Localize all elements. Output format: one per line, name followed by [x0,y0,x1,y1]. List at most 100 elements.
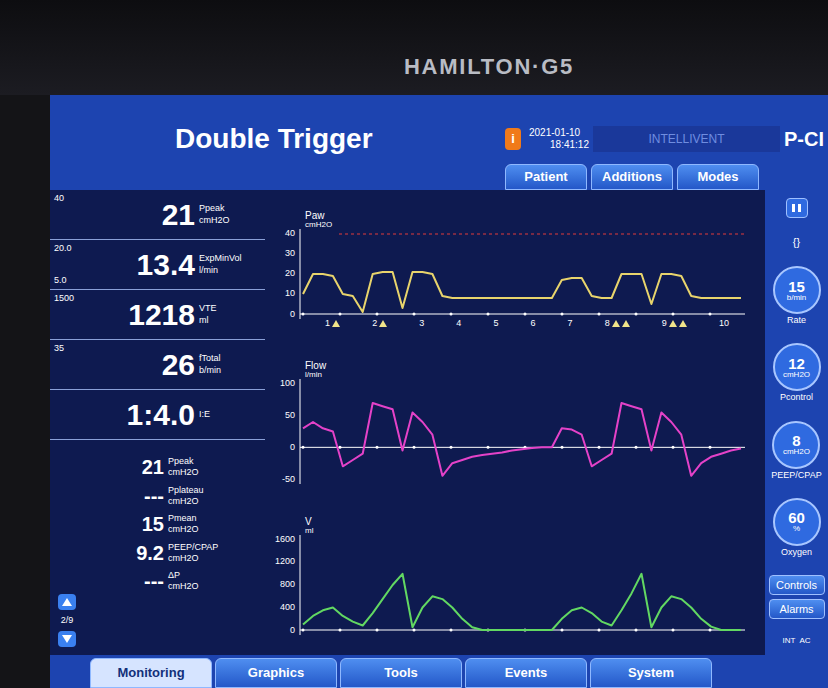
control-knob[interactable]: 12cmH2OPcontrol [773,343,821,405]
limit-low: 5.0 [54,276,88,285]
secondary-parameter: ---ΔPcmH2O [84,570,265,593]
breath-marker: 6 [531,319,536,328]
trigger-icon [679,320,687,327]
knob-name: Pcontrol [780,391,813,405]
parameter-value: 26 [88,350,195,380]
freeze-button[interactable] [786,198,808,218]
parameter-label: PpeakcmH2O [199,203,261,226]
secondary-name: Pmean [168,513,199,524]
side-button[interactable]: Controls [769,575,825,595]
screen: Double Triggeri2021-01-1018:41:12INTELLI… [50,95,828,688]
parameter-limits: 40 [54,190,88,239]
breath-number: 10 [719,319,729,328]
chart-body: 100500-50 [269,379,765,484]
parameter-label: ExpMinVoll/min [199,253,261,276]
parameter-value: 1:4.0 [88,400,195,430]
breath-number: 7 [568,319,573,328]
power-source: AC [799,635,810,647]
knob-value: 60 [788,510,805,525]
knob-circle[interactable]: 8cmH2O [772,421,820,469]
main-parameter: 1:4.0 I:E [50,390,265,440]
breath-number: 6 [531,319,536,328]
control-knob[interactable]: 60%Oxygen [773,498,821,560]
chart-title: Paw [305,211,765,221]
main-parameter: 20.05.013.4ExpMinVoll/min [50,240,265,290]
bottom-tab[interactable]: Events [465,658,587,688]
power-source: INT [782,635,795,647]
breath-number: 1 [325,319,330,328]
parameter-unit: cmH2O [199,215,261,226]
parameter-label: I:E [199,409,261,420]
knob-unit: % [793,525,800,533]
parameter-unit: b/min [199,365,261,376]
limit-high: 40 [54,194,88,203]
secondary-value: --- [84,571,164,591]
top-tab[interactable]: Patient [505,164,587,190]
top-tab[interactable]: Modes [677,164,759,190]
secondary-value: 21 [84,457,164,477]
top-strip: Double Triggeri2021-01-1018:41:12INTELLI… [50,95,828,190]
knob-unit: b/min [787,294,807,302]
parameter-name: Ppeak [199,203,261,214]
waveform-line [303,573,741,629]
secondary-label: PEEP/CPAPcmH2O [168,542,218,565]
breath-marker: 10 [719,319,729,328]
chart-tick: 1200 [269,557,295,566]
breath-number: 4 [456,319,461,328]
knob-value: 12 [788,356,805,371]
chart-unit: l/min [305,371,765,379]
bottom-tab[interactable]: Graphics [215,658,337,688]
top-tab[interactable]: Additions [591,164,673,190]
waveform-panel: PawcmH2O40302010012345678910Flowl/min100… [265,190,765,655]
knob-circle[interactable]: 15b/min [773,266,821,314]
trigger-icon [612,320,620,327]
bottom-tab[interactable]: System [590,658,712,688]
parameter-name: fTotal [199,353,261,364]
secondary-parameter: ---PplateaucmH2O [84,485,265,508]
control-knob[interactable]: 15b/minRate [773,266,821,328]
knob-name: Rate [787,314,806,328]
chart-tick: 10 [269,289,295,298]
page-up-button[interactable] [58,594,76,610]
date-time: 2021-01-1018:41:12 [529,127,589,152]
breath-marker: 4 [456,319,461,328]
monitor-bezel: HAMILTON·G5 [0,0,828,95]
trigger-icon [669,320,677,327]
secondary-label: PplateaucmH2O [168,485,204,508]
bottom-tab[interactable]: Tools [340,658,462,688]
breath-number: 9 [662,319,667,328]
chart-tick: 800 [269,580,295,589]
breath-marker: 1 [325,319,340,328]
page-control: 2/9 [50,456,84,655]
main-parameter: 3526fTotalb/min [50,340,265,390]
knob-circle[interactable]: 12cmH2O [773,343,821,391]
ventilator-photo: HAMILTON·G5 Double Triggeri2021-01-1018:4… [0,0,828,688]
trigger-icon [332,320,340,327]
waveform-chart: Vml160012008004000 [269,517,765,635]
knob-unit: cmH2O [783,371,810,379]
freeze-icon [791,203,803,213]
chart-tick: 30 [269,249,295,258]
secondary-value: 9.2 [84,543,164,563]
side-button[interactable]: Alarms [769,599,825,619]
chart-tick: -50 [269,475,295,484]
knob-circle[interactable]: 60% [773,498,821,546]
mode-label: P-CI [784,124,828,154]
secondary-list: 21PpeakcmH2O---PplateaucmH2O15PmeancmH2O… [84,456,265,655]
chart-tick: 0 [269,626,295,635]
waveform-chart: Flowl/min100500-50 [269,361,765,484]
parameter-unit: ml [199,315,261,326]
knob-unit: cmH2O [783,448,810,456]
mode-glyph: {} [793,234,800,251]
chart-tick: 20 [269,269,295,278]
parameter-label: VTEml [199,303,261,326]
control-knob[interactable]: 8cmH2OPEEP/CPAP [771,421,821,483]
bottom-tab[interactable]: Monitoring [90,658,212,688]
header-row: Double Triggeri2021-01-1018:41:12INTELLI… [50,118,828,164]
secondary-unit: cmH2O [168,467,199,478]
secondary-unit: cmH2O [168,496,204,507]
arrow-up-icon [62,598,72,606]
page-down-button[interactable] [58,631,76,647]
parameter-limits: 1500 [54,290,88,339]
secondary-unit: cmH2O [168,581,199,592]
